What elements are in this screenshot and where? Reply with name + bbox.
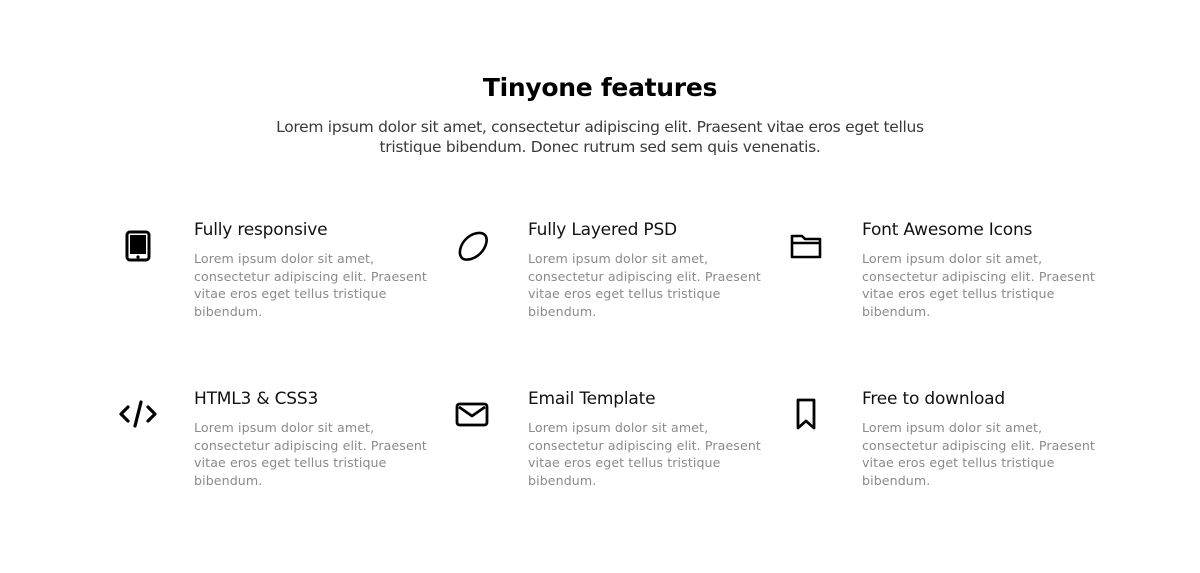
feature-title: Free to download <box>862 389 1005 409</box>
feature-item-layered-psd: Fully Layered PSD Lorem ipsum dolor sit … <box>452 219 772 349</box>
code-icon <box>118 394 158 434</box>
feature-description: Lorem ipsum dolor sit amet, consectetur … <box>194 420 427 488</box>
feature-title: Email Template <box>528 389 656 409</box>
features-grid: Fully responsive Lorem ipsum dolor sit a… <box>0 0 1200 573</box>
feature-description: Lorem ipsum dolor sit amet, consectetur … <box>862 420 1095 488</box>
feature-title: Font Awesome Icons <box>862 220 1033 240</box>
feature-description: Lorem ipsum dolor sit amet, consectetur … <box>528 420 761 488</box>
feature-item-free-download: Free to download Lorem ipsum dolor sit a… <box>786 388 1106 518</box>
feature-item-html-css: HTML3 & CSS3 Lorem ipsum dolor sit amet,… <box>118 388 438 518</box>
tablet-icon <box>118 225 158 265</box>
feature-title: Fully Layered PSD <box>528 220 677 240</box>
feature-title: HTML3 & CSS3 <box>194 389 319 409</box>
feature-description: Lorem ipsum dolor sit amet, consectetur … <box>528 251 761 319</box>
lemon-icon <box>452 225 492 265</box>
feature-description: Lorem ipsum dolor sit amet, consectetur … <box>862 251 1095 319</box>
feature-item-responsive: Fully responsive Lorem ipsum dolor sit a… <box>118 219 438 349</box>
feature-description: Lorem ipsum dolor sit amet, consectetur … <box>194 251 427 319</box>
folder-icon <box>786 225 826 265</box>
feature-item-email-template: Email Template Lorem ipsum dolor sit ame… <box>452 388 772 518</box>
envelope-icon <box>452 394 492 434</box>
feature-item-font-awesome: Font Awesome Icons Lorem ipsum dolor sit… <box>786 219 1106 349</box>
bookmark-icon <box>786 394 826 434</box>
feature-title: Fully responsive <box>194 220 328 240</box>
